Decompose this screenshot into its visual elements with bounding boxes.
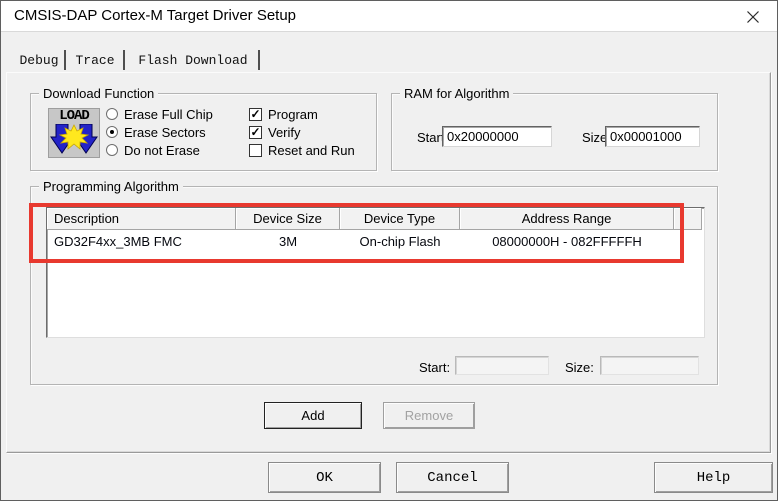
radio-erase-sectors-label: Erase Sectors xyxy=(124,125,206,140)
close-icon xyxy=(747,11,759,23)
algorithm-row[interactable]: GD32F4xx_3MB FMC 3M On-chip Flash 080000… xyxy=(47,230,704,252)
listview-header: Description Device Size Device Type Addr… xyxy=(47,208,704,230)
title-bar: CMSIS-DAP Cortex-M Target Driver Setup xyxy=(1,1,777,32)
column-header-filler xyxy=(674,208,702,230)
programming-algorithm-label: Programming Algorithm xyxy=(39,179,183,194)
radio-do-not-erase[interactable]: Do not Erase xyxy=(106,142,200,158)
radio-erase-full-chip-label: Erase Full Chip xyxy=(124,107,213,122)
remove-button: Remove xyxy=(383,402,475,429)
close-button[interactable] xyxy=(731,1,775,32)
cell-device-type: On-chip Flash xyxy=(340,234,460,249)
dialog-title: CMSIS-DAP Cortex-M Target Driver Setup xyxy=(14,7,296,24)
load-icon: LOAD xyxy=(48,108,100,158)
algorithm-size-label: Size: xyxy=(565,360,594,375)
checkbox-reset-and-run[interactable]: Reset and Run xyxy=(249,142,355,158)
download-function-group: Download Function LOAD Erase Full Chip E… xyxy=(30,93,377,171)
column-header-device-size[interactable]: Device Size xyxy=(236,208,340,230)
tab-separator xyxy=(64,50,66,70)
algorithm-start-field xyxy=(455,356,549,375)
checkbox-verify[interactable]: ✓ Verify xyxy=(249,124,301,140)
check-mark: ✓ xyxy=(250,108,260,120)
ram-for-algorithm-group: RAM for Algorithm Start: 0x20000000 Size… xyxy=(391,93,718,171)
tab-debug-label: Debug xyxy=(19,53,58,68)
target-driver-setup-dialog: CMSIS-DAP Cortex-M Target Driver Setup D… xyxy=(0,0,778,501)
tab-flash-download-label: Flash Download xyxy=(138,53,247,68)
algorithm-listview: Description Device Size Device Type Addr… xyxy=(46,207,705,338)
ram-for-algorithm-label: RAM for Algorithm xyxy=(400,86,513,101)
ok-button[interactable]: OK xyxy=(268,462,381,493)
programming-algorithm-group: Programming Algorithm Description Device… xyxy=(30,186,718,385)
help-button[interactable]: Help xyxy=(654,462,773,493)
column-header-address-range[interactable]: Address Range xyxy=(460,208,674,230)
ram-size-field[interactable]: 0x00001000 xyxy=(605,126,700,147)
tab-trace-label: Trace xyxy=(75,53,114,68)
tab-separator xyxy=(258,50,260,70)
load-icon-text: LOAD xyxy=(49,109,99,124)
cell-device-size: 3M xyxy=(236,234,340,249)
checkbox-program[interactable]: ✓ Program xyxy=(249,106,318,122)
tab-separator xyxy=(123,50,125,70)
tab-trace[interactable]: Trace xyxy=(69,49,121,72)
radio-selected-icon xyxy=(106,126,118,138)
checkbox-checked-icon: ✓ xyxy=(249,126,262,139)
load-arrows-icon xyxy=(50,124,98,156)
radio-erase-full-chip[interactable]: Erase Full Chip xyxy=(106,106,213,122)
cell-address-range: 08000000H - 082FFFFFH xyxy=(460,234,674,249)
ram-start-field[interactable]: 0x20000000 xyxy=(442,126,552,147)
tab-debug[interactable]: Debug xyxy=(14,49,64,72)
checkbox-verify-label: Verify xyxy=(268,125,301,140)
algorithm-size-field xyxy=(600,356,699,375)
checkbox-checked-icon: ✓ xyxy=(249,108,262,121)
add-button[interactable]: Add xyxy=(264,402,362,429)
algorithm-start-label: Start: xyxy=(419,360,450,375)
checkbox-reset-and-run-label: Reset and Run xyxy=(268,143,355,158)
radio-erase-sectors[interactable]: Erase Sectors xyxy=(106,124,206,140)
checkbox-unchecked-icon xyxy=(249,144,262,157)
tab-flash-download[interactable]: Flash Download xyxy=(129,49,257,72)
column-header-device-type[interactable]: Device Type xyxy=(340,208,460,230)
cancel-button[interactable]: Cancel xyxy=(396,462,509,493)
cell-description: GD32F4xx_3MB FMC xyxy=(47,234,236,249)
checkbox-program-label: Program xyxy=(268,107,318,122)
radio-do-not-erase-label: Do not Erase xyxy=(124,143,200,158)
radio-icon xyxy=(106,108,118,120)
check-mark: ✓ xyxy=(250,126,260,138)
download-function-label: Download Function xyxy=(39,86,158,101)
column-header-description[interactable]: Description xyxy=(47,208,236,230)
radio-icon xyxy=(106,144,118,156)
